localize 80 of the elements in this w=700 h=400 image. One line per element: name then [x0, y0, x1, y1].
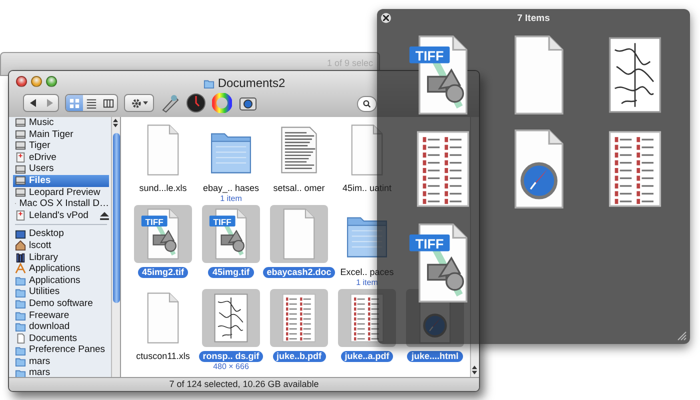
sidebar-item[interactable]: mars [13, 367, 109, 377]
dial-icon[interactable] [186, 93, 206, 113]
document-icon [15, 332, 26, 344]
file-name[interactable]: sund...le.xls [135, 183, 191, 194]
grid-icon [69, 98, 80, 108]
drive-icon [15, 210, 26, 222]
house-icon [15, 240, 26, 252]
file-name[interactable]: juke..b.pdf [272, 351, 326, 362]
sidebar-item[interactable]: Preference Panes [13, 344, 109, 356]
file-item[interactable]: ebay_.. hases 1 item [197, 121, 265, 205]
file-name[interactable]: setsal.. omer [269, 183, 329, 194]
list-icon [86, 98, 97, 108]
file-detail: 480 × 666 [213, 362, 249, 371]
sidebar-item[interactable]: download [13, 321, 109, 333]
scroll-arrows-icon [112, 117, 119, 129]
window-title: Documents2 [218, 75, 286, 92]
action-button[interactable] [124, 94, 154, 112]
sidebar-item[interactable]: Users [13, 163, 109, 175]
sidebar-item[interactable]: Documents [13, 332, 109, 344]
color-wheel-icon[interactable] [212, 93, 232, 113]
books-icon [15, 252, 26, 263]
file-name[interactable]: ctuscon11.xls [132, 351, 194, 362]
minimize-button[interactable] [31, 76, 42, 87]
sidebar-item[interactable]: Music [13, 117, 109, 129]
file-item[interactable]: sund...le.xls [129, 121, 197, 205]
folder-icon [15, 298, 26, 310]
sidebar-item[interactable]: Freeware [13, 310, 109, 322]
file-detail: 1 item [220, 194, 242, 203]
sidebar-item[interactable]: Leopard Preview [13, 186, 109, 198]
sidebar-item[interactable]: Mac OS X Install D… [13, 198, 109, 210]
eject-icon[interactable] [100, 212, 109, 220]
file-name[interactable]: ronsp.. ds.gif [198, 351, 264, 362]
folder-icon [15, 356, 26, 368]
file-item[interactable]: ctuscon11.xls [129, 289, 197, 373]
sidebar-item[interactable]: Main Tiger [13, 128, 109, 140]
scroll-arrows-icon [471, 363, 478, 377]
forward-arrow-icon [46, 99, 54, 107]
file-name[interactable]: ebaycash2.doc [262, 267, 336, 278]
pen-tool-icon[interactable] [160, 93, 180, 113]
close-icon [383, 15, 389, 21]
folder-icon [15, 286, 26, 298]
folder-icon [15, 321, 26, 332]
folder-icon [15, 310, 26, 321]
sidebar-item[interactable]: Desktop [13, 228, 109, 240]
folder-icon [15, 344, 26, 356]
sidebar-item[interactable]: Tiger [13, 140, 109, 152]
search-icon [363, 100, 371, 108]
sidebar-item[interactable]: Leland's vPod [13, 210, 109, 222]
sidebar-item[interactable]: Library [13, 252, 109, 264]
sidebar-item[interactable]: Utilities [13, 286, 109, 298]
close-button[interactable] [16, 76, 27, 87]
sidebar-item[interactable]: lscott [13, 240, 109, 252]
gear-icon [130, 98, 142, 108]
drive-icon [15, 152, 26, 164]
sidebar-item[interactable]: Applications [13, 274, 109, 286]
file-name[interactable]: juke....html [407, 351, 462, 362]
apps-icon [15, 263, 26, 274]
status-bar: 7 of 124 selected, 10.26 GB available [9, 377, 479, 391]
panel-title: 7 Items [516, 12, 551, 26]
folder-icon [15, 275, 26, 286]
scrollbar[interactable] [111, 117, 120, 377]
search-field[interactable] [357, 96, 377, 112]
scroll-thumb[interactable] [113, 133, 120, 303]
file-item[interactable]: setsal.. omer [265, 121, 333, 205]
file-name[interactable]: 45img2.tif [138, 267, 188, 278]
file-name[interactable]: 45img.tif [208, 267, 254, 278]
sidebar-item[interactable]: Files [13, 174, 109, 187]
caret-icon [142, 101, 148, 105]
desktop-icon [15, 228, 26, 240]
zoom-button[interactable] [46, 76, 57, 87]
sidebar-item[interactable]: Demo software [13, 298, 109, 310]
file-name[interactable]: juke..a.pdf [340, 351, 394, 362]
sidebar-item[interactable]: eDrive [13, 152, 109, 164]
columns-icon [103, 98, 114, 108]
close-button[interactable] [381, 13, 391, 23]
sidebar-item[interactable]: mars [13, 356, 109, 368]
resize-grip-icon [677, 331, 687, 341]
file-name[interactable]: ebay_.. hases [198, 183, 264, 194]
sidebar-item[interactable]: Applications [13, 263, 109, 275]
back-arrow-icon [28, 99, 36, 107]
